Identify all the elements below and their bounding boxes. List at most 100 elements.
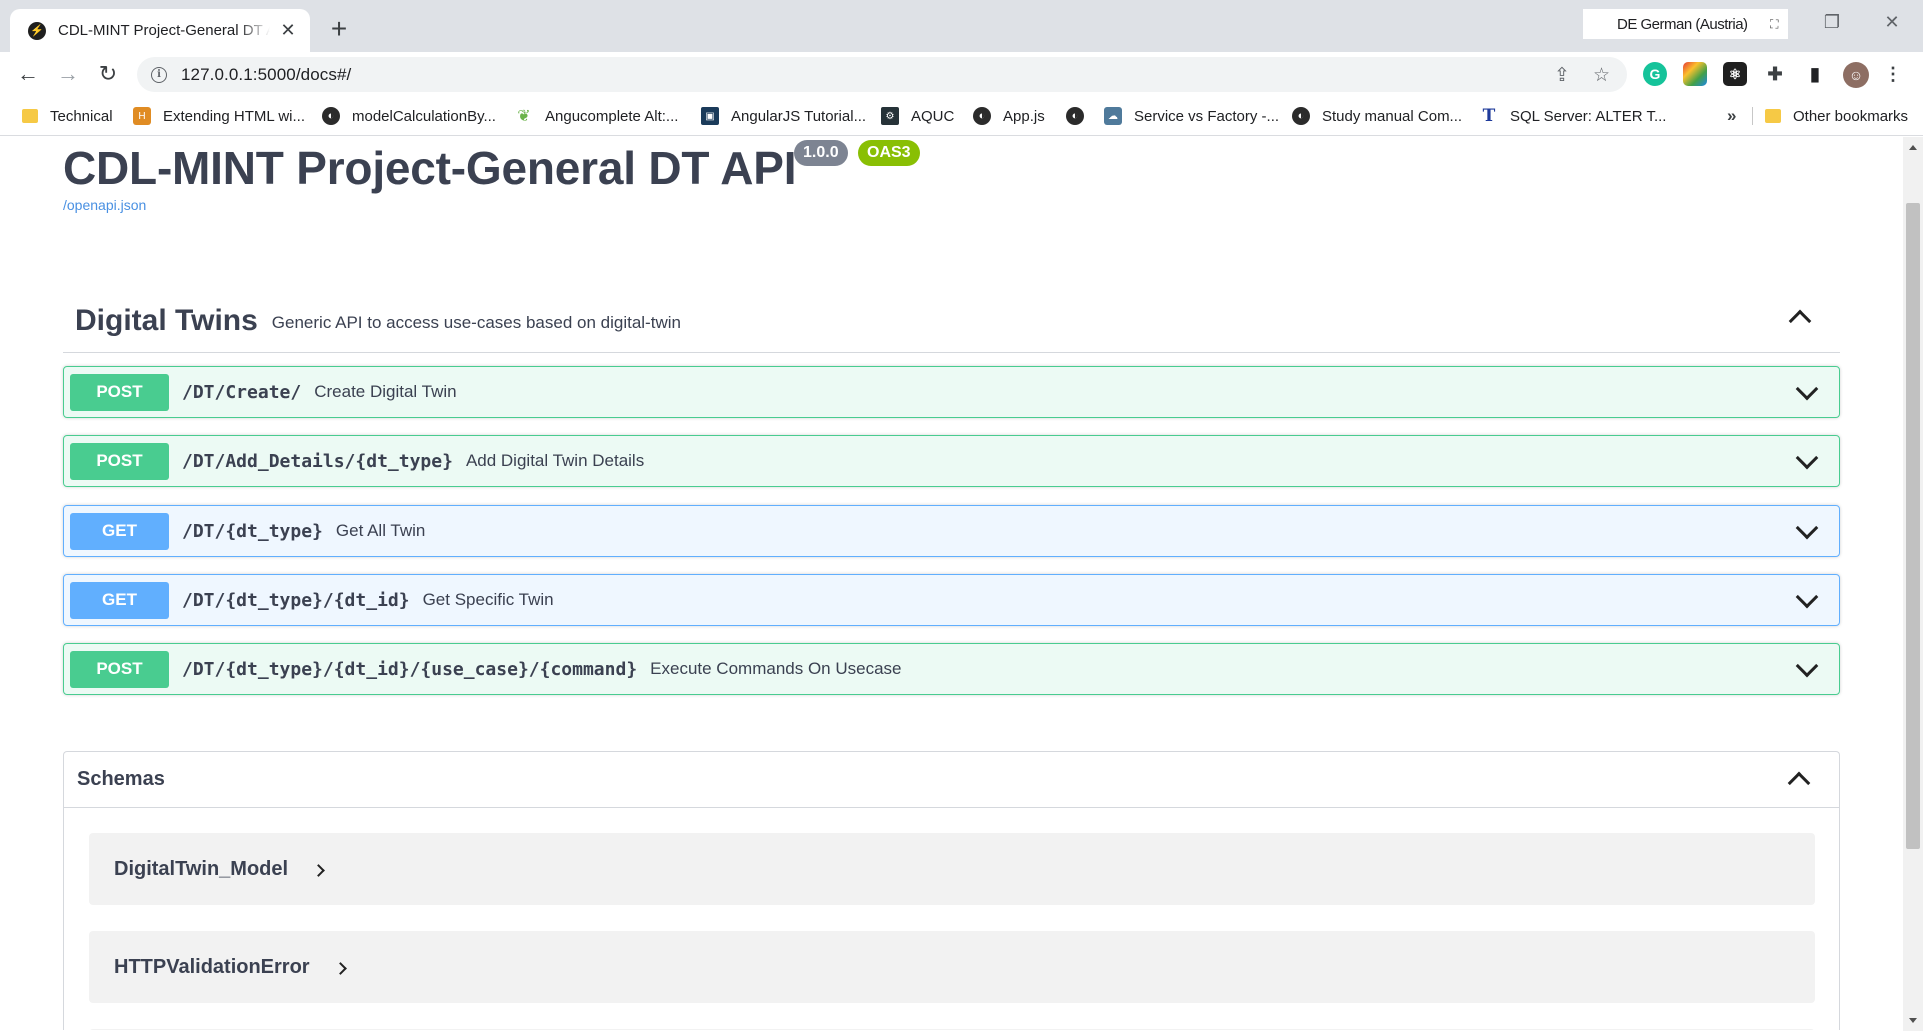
schema-model-httpvalidationerror[interactable]: HTTPValidationError xyxy=(89,931,1815,1003)
profile-avatar[interactable]: ☺ xyxy=(1843,62,1869,88)
close-window-icon[interactable]: ✕ xyxy=(1872,12,1912,33)
scrollbar-thumb[interactable] xyxy=(1906,203,1920,849)
chevron-down-icon[interactable] xyxy=(1795,585,1819,609)
bookmark-label: AQUC xyxy=(911,107,955,125)
chevron-down-icon[interactable] xyxy=(1795,377,1819,401)
bookmark-item[interactable]: Technical xyxy=(22,97,113,135)
url-text[interactable]: 127.0.0.1:5000/docs#/ xyxy=(181,65,351,85)
operation-path: /DT/{dt_type} xyxy=(182,520,323,542)
tab-close-icon[interactable]: ✕ xyxy=(278,20,298,41)
model-name: DigitalTwin_Model xyxy=(114,857,289,880)
bookmark-favicon: ▣ xyxy=(701,107,719,125)
chevron-up-icon[interactable] xyxy=(1788,309,1812,333)
bookmark-label: Angucomplete Alt:... xyxy=(545,107,679,125)
operation-post-execute-command[interactable]: POST /DT/{dt_type}/{dt_id}/{use_case}/{c… xyxy=(63,643,1840,695)
bookmark-item[interactable]: ◐ modelCalculationBy... xyxy=(322,97,496,135)
operation-path: /DT/{dt_type}/{dt_id}/{use_case}/{comman… xyxy=(182,658,638,680)
restore-window-icon[interactable]: ❐ xyxy=(1812,12,1852,33)
bookmark-item[interactable]: ◐ xyxy=(1066,97,1096,135)
page-scrollbar[interactable] xyxy=(1903,137,1923,1031)
operation-summary: Get Specific Twin xyxy=(422,590,554,609)
tag-name: Digital Twins xyxy=(75,303,258,337)
share-icon[interactable]: ⇪ xyxy=(1554,64,1570,87)
tab-title: CDL-MINT Project-General DT API xyxy=(58,22,270,39)
chevron-right-icon[interactable] xyxy=(333,961,347,975)
other-bookmarks-folder[interactable]: Other bookmarks xyxy=(1765,97,1908,135)
tab-favicon-icon: ⚡ xyxy=(28,21,46,40)
schema-model-digitaltwin[interactable]: DigitalTwin_Model xyxy=(89,833,1815,905)
bookmark-item[interactable]: H Extending HTML wi... xyxy=(133,97,305,135)
reload-icon[interactable]: ↻ xyxy=(92,59,124,91)
schema-model-partial[interactable] xyxy=(89,1029,1815,1030)
bookmark-label: Technical xyxy=(50,107,113,125)
operation-summary: Create Digital Twin xyxy=(314,382,457,401)
react-extension-icon[interactable]: ⚛ xyxy=(1723,62,1747,86)
bookmark-favicon: H xyxy=(133,107,151,125)
bookmark-star-icon[interactable]: ☆ xyxy=(1593,64,1610,87)
method-badge: GET xyxy=(70,581,169,619)
schemas-title: Schemas xyxy=(77,768,165,790)
bookmark-label: Other bookmarks xyxy=(1793,107,1909,125)
bookmark-item[interactable]: ☁ Service vs Factory -... xyxy=(1104,97,1279,135)
method-badge: POST xyxy=(70,373,169,411)
grammarly-extension-icon[interactable]: G xyxy=(1643,62,1667,86)
extensions-puzzle-icon[interactable]: ✚ xyxy=(1763,62,1787,86)
page-viewport: CDL-MINT Project-General DT API 1.0.0 OA… xyxy=(0,137,1903,1030)
forward-arrow-icon[interactable]: → xyxy=(52,59,84,91)
chevron-up-icon[interactable] xyxy=(1787,771,1811,795)
new-tab-button[interactable]: + xyxy=(323,14,355,46)
bookmark-label: Study manual Com... xyxy=(1322,107,1463,125)
chrome-menu-icon[interactable]: ⋮ xyxy=(1881,62,1905,86)
chevron-down-icon[interactable] xyxy=(1795,654,1819,678)
chevron-down-icon[interactable] xyxy=(1795,446,1819,470)
bookmark-item[interactable]: ◐ Study manual Com... xyxy=(1292,97,1462,135)
browser-toolbar: ← → ↻ i 127.0.0.1:5000/docs#/ ⇪ ☆ G ⚛ ✚ … xyxy=(0,52,1923,97)
color-extension-icon[interactable] xyxy=(1683,62,1707,86)
globe-icon: ◐ xyxy=(973,107,991,125)
chevron-right-icon[interactable] xyxy=(312,863,325,877)
browser-tab[interactable]: ⚡ CDL-MINT Project-General DT API ✕ xyxy=(10,9,310,52)
scroll-up-arrow-icon[interactable] xyxy=(1909,145,1917,150)
scroll-down-arrow-icon[interactable] xyxy=(1909,1018,1917,1023)
expand-icon[interactable]: ⛶ xyxy=(1770,17,1778,32)
openapi-json-link[interactable]: /openapi.json xyxy=(63,197,146,213)
tag-header-digital-twins[interactable]: Digital Twins Generic API to access use-… xyxy=(63,289,1840,353)
bookmark-item[interactable]: ❦ Angucomplete Alt:... xyxy=(515,97,678,135)
operation-summary: Add Digital Twin Details xyxy=(465,451,645,470)
bookmark-item[interactable]: T SQL Server: ALTER T... xyxy=(1480,97,1667,135)
bookmark-label: App.js xyxy=(1003,107,1045,125)
bookmark-item[interactable]: ◐ App.js xyxy=(973,97,1045,135)
bookmark-label: Extending HTML wi... xyxy=(163,107,305,125)
method-badge: GET xyxy=(70,512,169,550)
browser-titlebar: ⚡ CDL-MINT Project-General DT API ✕ + DE… xyxy=(0,0,1923,52)
tag-description: Generic API to access use-cases based on… xyxy=(271,312,681,332)
bookmark-item[interactable]: ▣ AngularJS Tutorial... xyxy=(701,97,866,135)
schemas-section: Schemas DigitalTwin_Model HTTPValidation… xyxy=(63,751,1840,1030)
more-bookmarks-button[interactable]: » xyxy=(1727,97,1736,135)
operation-summary: Execute Commands On Usecase xyxy=(650,659,902,678)
bookmark-label: modelCalculationBy... xyxy=(352,107,496,125)
operation-post-create[interactable]: POST /DT/Create/ Create Digital Twin xyxy=(63,366,1840,418)
operation-get-all-twin[interactable]: GET /DT/{dt_type} Get All Twin xyxy=(63,505,1840,557)
bookmark-favicon: T xyxy=(1482,106,1496,126)
address-bar[interactable]: i 127.0.0.1:5000/docs#/ ⇪ ☆ xyxy=(137,57,1627,92)
schemas-header[interactable]: Schemas xyxy=(64,752,1839,808)
language-indicator[interactable]: DE German (Austria) ⛶ xyxy=(1583,9,1788,39)
side-panel-icon[interactable]: ▮ xyxy=(1803,62,1827,86)
language-label: DE German (Austria) xyxy=(1617,15,1748,33)
site-info-icon[interactable]: i xyxy=(151,66,167,83)
operation-get-specific-twin[interactable]: GET /DT/{dt_type}/{dt_id} Get Specific T… xyxy=(63,574,1840,626)
back-arrow-icon[interactable]: ← xyxy=(12,59,44,91)
chevron-down-icon[interactable] xyxy=(1795,516,1819,540)
operation-post-add-details[interactable]: POST /DT/Add_Details/{dt_type} Add Digit… xyxy=(63,435,1840,487)
bookmark-label: AngularJS Tutorial... xyxy=(731,107,867,125)
version-badge: 1.0.0 xyxy=(794,140,848,166)
globe-icon: ◐ xyxy=(322,107,340,125)
bookmark-favicon: ❦ xyxy=(517,108,531,125)
globe-icon: ◐ xyxy=(1292,107,1310,125)
bookmarks-divider xyxy=(1752,107,1753,125)
bookmark-item[interactable]: ⚙ AQUC xyxy=(881,97,954,135)
globe-icon: ◐ xyxy=(1066,107,1084,125)
operation-path: /DT/Add_Details/{dt_type} xyxy=(182,450,453,472)
operation-summary: Get All Twin xyxy=(335,521,426,540)
